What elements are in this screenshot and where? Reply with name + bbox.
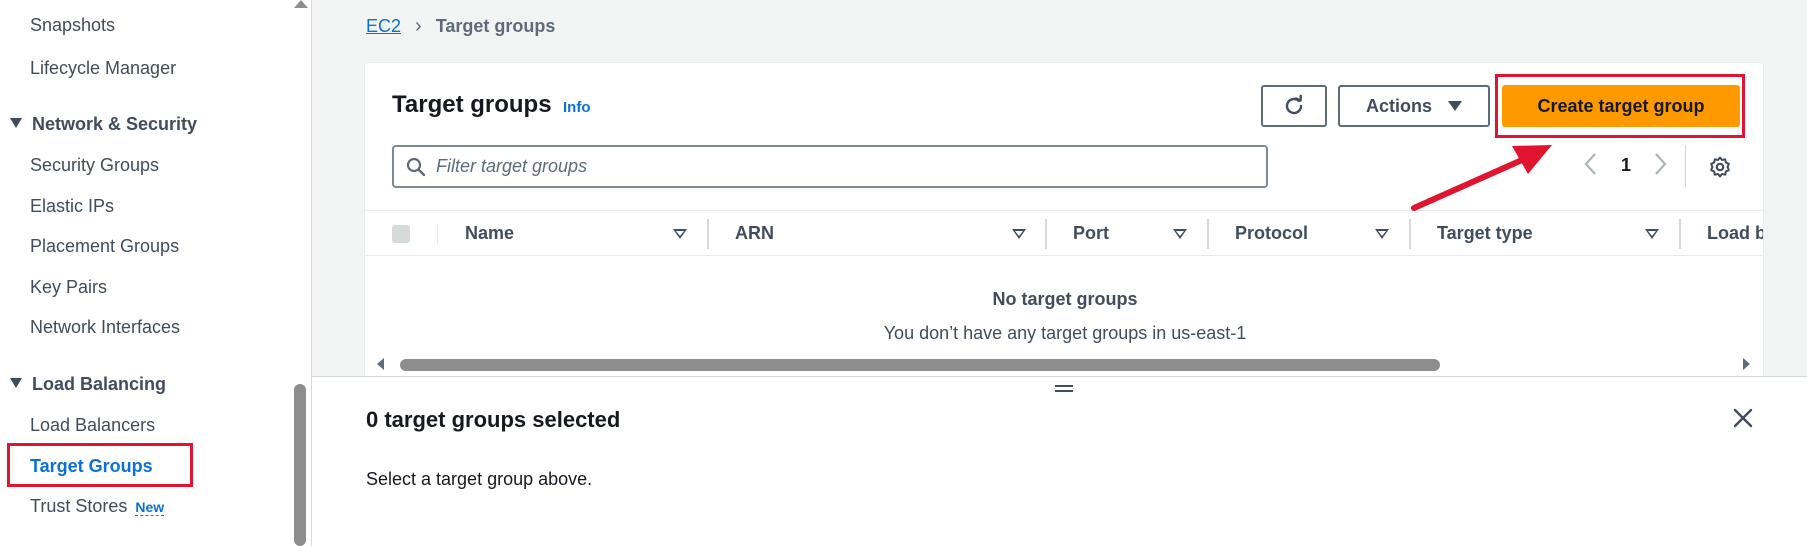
refresh-icon: [1285, 94, 1303, 115]
sidebar-section-label: Network & Security: [32, 114, 198, 134]
column-header-protocol[interactable]: Protocol: [1235, 223, 1308, 244]
highlight-box-target-groups: [7, 443, 193, 487]
sidebar-section-label: Load Balancing: [32, 374, 167, 394]
new-badge: New: [135, 499, 165, 516]
chevron-right-icon: ›: [415, 15, 422, 37]
page-title: Target groups: [392, 91, 552, 118]
chevron-right-icon[interactable]: [1652, 151, 1668, 177]
empty-state-message: You don’t have any target groups in us-e…: [883, 323, 1247, 343]
sidebar-section-network-security[interactable]: Network & Security: [10, 114, 197, 135]
refresh-button[interactable]: [1261, 85, 1327, 127]
sort-icon[interactable]: [1375, 229, 1389, 239]
split-panel-message: Select a target group above.: [366, 469, 593, 489]
divider: [1685, 145, 1686, 187]
sidebar-item-placement-groups[interactable]: Placement Groups: [30, 236, 179, 257]
annotation-arrow: [1411, 145, 1552, 211]
sidebar-item-key-pairs[interactable]: Key Pairs: [30, 277, 107, 298]
sort-icon[interactable]: [673, 229, 687, 239]
sidebar-scrollbar-thumb[interactable]: [294, 384, 306, 546]
filter-box: [392, 145, 1268, 188]
column-header-port[interactable]: Port: [1073, 223, 1109, 244]
caret-down-icon: [1448, 101, 1462, 111]
caret-down-icon: [10, 118, 22, 128]
sidebar-item-trust-stores[interactable]: Trust Stores New: [30, 496, 165, 517]
scroll-left-icon[interactable]: [377, 358, 384, 370]
column-divider[interactable]: [1045, 219, 1047, 249]
sort-icon[interactable]: [1645, 229, 1659, 239]
info-link[interactable]: Info: [563, 99, 591, 116]
sidebar-item-lifecycle-manager[interactable]: Lifecycle Manager: [30, 58, 176, 79]
breadcrumb: EC2 › Target groups: [366, 15, 555, 38]
close-icon[interactable]: [1732, 407, 1754, 429]
sidebar-section-load-balancing[interactable]: Load Balancing: [10, 374, 166, 395]
sort-icon[interactable]: [1012, 229, 1026, 239]
column-header-name[interactable]: Name: [465, 223, 514, 244]
page-number[interactable]: 1: [1621, 155, 1631, 176]
column-header-target-type[interactable]: Target type: [1437, 223, 1533, 244]
drag-handle-icon[interactable]: [1055, 385, 1073, 395]
split-panel-title: 0 target groups selected: [366, 407, 621, 432]
actions-dropdown[interactable]: Actions: [1338, 85, 1490, 127]
horizontal-scrollbar-thumb[interactable]: [400, 359, 1440, 371]
caret-down-icon: [10, 378, 22, 388]
highlight-box-create-button: [1495, 74, 1745, 138]
split-panel: 0 target groups selected Select a target…: [312, 376, 1807, 546]
sidebar-item-label: Trust Stores: [30, 496, 128, 516]
column-header-load-balancer[interactable]: Load b: [1707, 223, 1763, 244]
column-divider[interactable]: [707, 219, 709, 249]
column-divider: [437, 223, 438, 245]
sidebar-item-elastic-ips[interactable]: Elastic IPs: [30, 196, 114, 217]
sidebar-item-snapshots[interactable]: Snapshots: [30, 15, 115, 36]
scroll-right-icon[interactable]: [1743, 358, 1750, 370]
actions-label: Actions: [1365, 95, 1432, 116]
sidebar-item-load-balancers[interactable]: Load Balancers: [30, 415, 155, 436]
column-divider[interactable]: [1409, 219, 1411, 249]
breadcrumb-ec2-link[interactable]: EC2: [366, 16, 401, 37]
sidebar-item-security-groups[interactable]: Security Groups: [30, 155, 159, 176]
column-divider[interactable]: [1679, 219, 1681, 249]
select-all-checkbox[interactable]: [392, 225, 410, 243]
empty-state-title: No target groups: [992, 289, 1138, 309]
column-divider[interactable]: [1207, 219, 1209, 249]
column-header-arn[interactable]: ARN: [735, 223, 774, 244]
gear-icon[interactable]: [1708, 155, 1732, 179]
chevron-left-icon[interactable]: [1583, 151, 1599, 177]
search-icon: [406, 157, 426, 177]
scroll-up-icon[interactable]: [294, 0, 308, 8]
sort-icon[interactable]: [1173, 229, 1187, 239]
sidebar-item-network-interfaces[interactable]: Network Interfaces: [30, 317, 180, 338]
breadcrumb-current: Target groups: [435, 16, 556, 36]
filter-input[interactable]: [436, 147, 1236, 186]
